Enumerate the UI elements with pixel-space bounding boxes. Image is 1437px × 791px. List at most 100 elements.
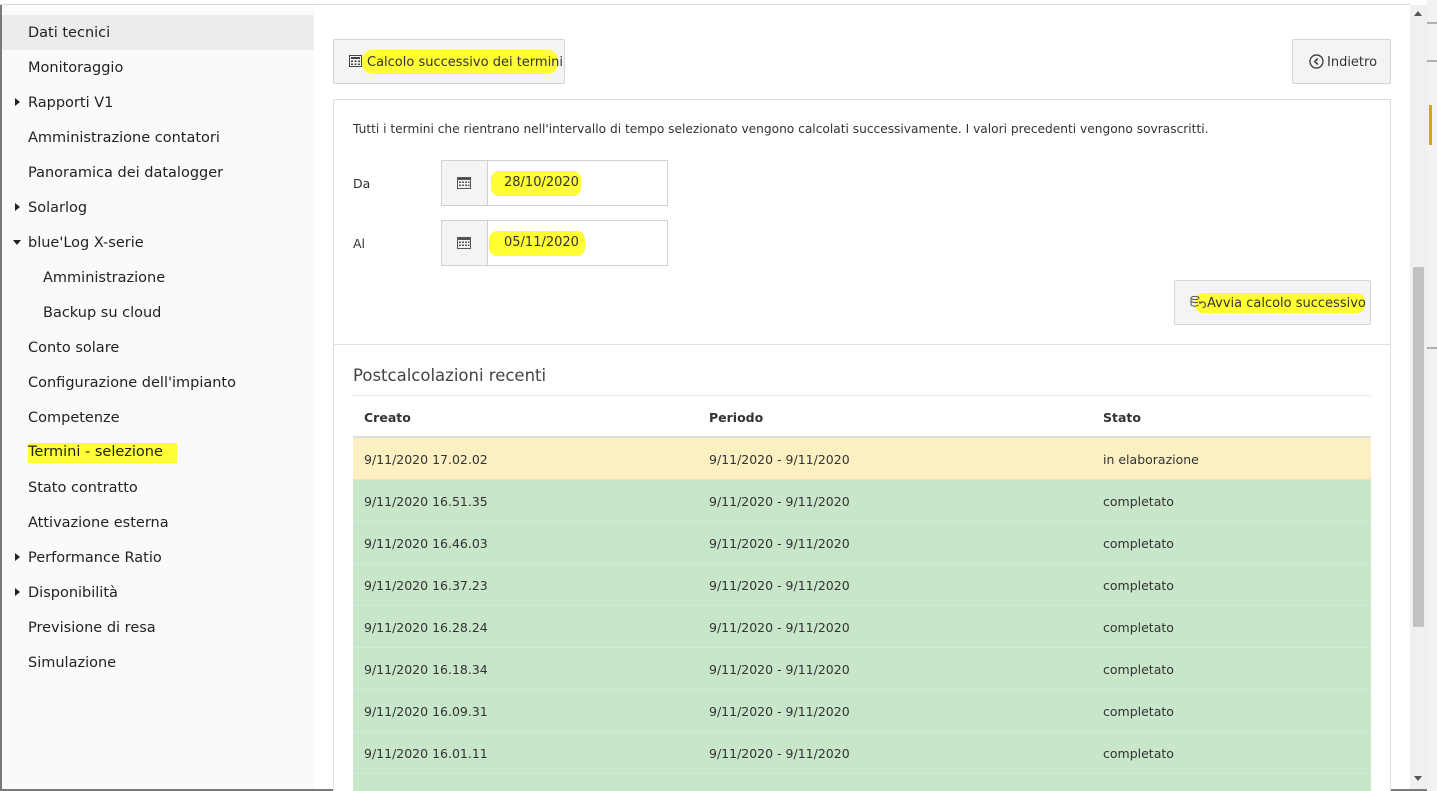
sidebar-item-label: Previsione di resa [28, 619, 156, 636]
scroll-down-arrow-icon[interactable] [1414, 776, 1422, 781]
sidebar-item-termini-selezione[interactable]: Termini - selezione [2, 435, 314, 470]
sun-logo-fragment [1429, 105, 1437, 145]
table-row: 9/11/2020 16.46.03 9/11/2020 - 9/11/2020 c… [353, 522, 1371, 564]
sidebar-item-previsione-di-resa[interactable]: Previsione di resa [2, 610, 314, 645]
main-content: Calcolo successivo dei termini Indietro … [314, 5, 1410, 791]
column-header-status[interactable]: Stato [1103, 410, 1141, 425]
sidebar-item-label: Competenze [28, 409, 120, 426]
database-refresh-icon [1190, 295, 1206, 309]
cell-status: completato [1103, 536, 1174, 551]
sidebar-item-simulazione[interactable]: Simulazione [2, 645, 314, 680]
to-date-input[interactable]: 05/11/2020 [489, 221, 667, 265]
sidebar-item-panoramica-dei-datalogger[interactable]: Panoramica dei datalogger [2, 155, 314, 190]
calendar-icon [457, 177, 471, 189]
edge-line [1427, 60, 1437, 62]
cell-period: 9/11/2020 - 9/11/2020 [709, 704, 850, 719]
sidebar-item-amministrazione-contatori[interactable]: Amministrazione contatori [2, 120, 314, 155]
calc-terms-button[interactable]: Calcolo successivo dei termini [333, 39, 565, 84]
back-button[interactable]: Indietro [1292, 39, 1391, 84]
from-label: Da [353, 176, 371, 191]
caret-down-icon[interactable] [13, 240, 21, 245]
sidebar-item-solarlog[interactable]: Solarlog [2, 190, 314, 225]
edge-line [1427, 22, 1437, 24]
cell-period: 9/11/2020 - 9/11/2020 [709, 536, 850, 551]
sidebar-item-configurazione-dell-impianto[interactable]: Configurazione dell'impianto [2, 365, 314, 400]
calc-terms-label: Calcolo successivo dei termini [367, 55, 564, 70]
sidebar-nav: Dati tecnici Monitoraggio Rapporti V1 Ammin… [2, 5, 314, 789]
cell-status: completato [1103, 662, 1174, 677]
table-row: 9/11/2020 16.01.11 9/11/2020 - 9/11/2020 c… [353, 732, 1371, 774]
table-row: 9/11/2020 16.09.31 9/11/2020 - 9/11/2020 c… [353, 690, 1371, 732]
sidebar-item-label: Disponibilità [28, 584, 118, 601]
edge-line [1427, 347, 1437, 349]
calendar-icon [457, 237, 471, 249]
cell-created: 9/11/2020 17.02.02 [364, 452, 488, 467]
sidebar-item-label: Amministrazione contatori [28, 129, 220, 146]
cell-period: 9/11/2020 - 9/11/2020 [709, 662, 850, 677]
sidebar-item-label: blue'Log X-serie [28, 234, 144, 251]
cell-period: 9/11/2020 - 9/11/2020 [709, 746, 850, 761]
sidebar-item-monitoraggio[interactable]: Monitoraggio [2, 50, 314, 85]
background-window-edge [1427, 0, 1437, 791]
sidebar-item-label: Amministrazione [43, 269, 166, 286]
run-recalc-button[interactable]: Avvia calcolo successivo [1174, 280, 1371, 325]
scroll-thumb[interactable] [1413, 267, 1424, 627]
sidebar-item-label: Dati tecnici [28, 24, 111, 41]
cell-status: completato [1103, 704, 1174, 719]
from-date-group: 28/10/2020 [441, 160, 668, 206]
table-row: 9/11/2020 17.02.02 9/11/2020 - 9/11/2020 i… [353, 438, 1371, 480]
sidebar-item-label: Termini - selezione [28, 442, 177, 463]
sidebar-item-label: Stato contratto [28, 479, 138, 496]
run-recalc-label: Avvia calcolo successivo [1207, 296, 1366, 311]
cell-created: 9/11/2020 16.51.35 [364, 494, 488, 509]
table-row [353, 774, 1371, 791]
scroll-up-arrow-icon[interactable] [1414, 11, 1422, 16]
from-calendar-button[interactable] [442, 161, 488, 205]
back-label: Indietro [1327, 55, 1378, 70]
sidebar-item-stato-contratto[interactable]: Stato contratto [2, 470, 314, 505]
sidebar-item-label: Simulazione [28, 654, 117, 671]
table-row: 9/11/2020 16.51.35 9/11/2020 - 9/11/2020 c… [353, 480, 1371, 522]
sidebar-item-attivazione-esterna[interactable]: Attivazione esterna [2, 505, 314, 540]
to-date-value: 05/11/2020 [504, 235, 579, 250]
from-date-input[interactable]: 28/10/2020 [489, 161, 667, 205]
sidebar-item-performance-ratio[interactable]: Performance Ratio [2, 540, 314, 575]
sidebar-item-blue-log-x-serie[interactable]: blue'Log X-serie [2, 225, 314, 260]
cell-status: completato [1103, 578, 1174, 593]
cell-created: 9/11/2020 16.01.11 [364, 746, 488, 761]
column-header-created[interactable]: Creato [364, 410, 411, 425]
sidebar-item-disponibilita[interactable]: Disponibilità [2, 575, 314, 610]
sidebar-item-amministrazione[interactable]: Amministrazione [2, 260, 314, 295]
sidebar-item-rapporti-v1[interactable]: Rapporti V1 [2, 85, 314, 120]
cell-period: 9/11/2020 - 9/11/2020 [709, 494, 850, 509]
caret-right-icon[interactable] [15, 203, 20, 211]
sidebar-item-conto-solare[interactable]: Conto solare [2, 330, 314, 365]
column-header-period[interactable]: Periodo [709, 410, 763, 425]
sidebar-item-label: Conto solare [28, 339, 120, 356]
table-row: 9/11/2020 16.28.24 9/11/2020 - 9/11/2020 c… [353, 606, 1371, 648]
sidebar-item-label: Attivazione esterna [28, 514, 169, 531]
cell-status: in elaborazione [1103, 452, 1199, 467]
sidebar-item-dati-tecnici[interactable]: Dati tecnici [2, 15, 314, 50]
cell-period: 9/11/2020 - 9/11/2020 [709, 452, 850, 467]
cell-created: 9/11/2020 16.28.24 [364, 620, 488, 635]
section-divider [334, 344, 1390, 345]
table-row: 9/11/2020 16.37.23 9/11/2020 - 9/11/2020 c… [353, 564, 1371, 606]
caret-right-icon[interactable] [15, 588, 20, 596]
sidebar-item-label: Configurazione dell'impianto [28, 374, 236, 391]
sidebar-item-label: Backup su cloud [43, 304, 162, 321]
cell-status: completato [1103, 746, 1174, 761]
recalc-panel: Tutti i termini che rientrano nell'inter… [333, 99, 1391, 791]
sidebar-item-backup-su-cloud[interactable]: Backup su cloud [2, 295, 314, 330]
calculator-icon [349, 55, 362, 67]
cell-period: 9/11/2020 - 9/11/2020 [709, 578, 850, 593]
to-calendar-button[interactable] [442, 221, 488, 265]
vertical-scrollbar[interactable] [1410, 5, 1427, 789]
sidebar-item-competenze[interactable]: Competenze [2, 400, 314, 435]
to-date-group: 05/11/2020 [441, 220, 668, 266]
cell-status: completato [1103, 494, 1174, 509]
caret-right-icon[interactable] [15, 98, 20, 106]
caret-right-icon[interactable] [15, 553, 20, 561]
recalc-description: Tutti i termini che rientrano nell'inter… [353, 122, 1209, 136]
table-row: 9/11/2020 16.18.34 9/11/2020 - 9/11/2020 c… [353, 648, 1371, 690]
